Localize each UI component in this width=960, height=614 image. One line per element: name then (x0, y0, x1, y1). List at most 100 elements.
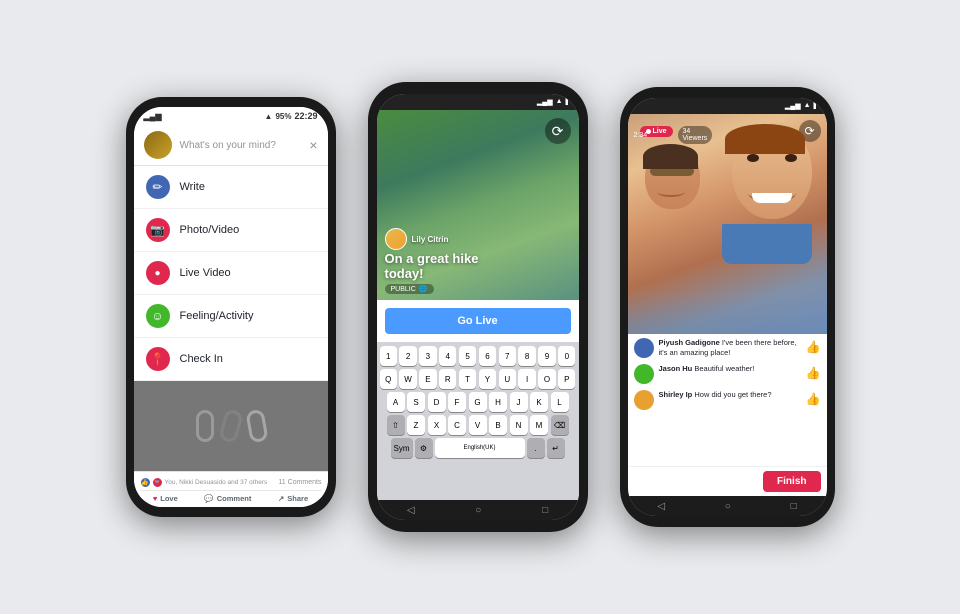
kb-gear-key[interactable]: ⚙ (415, 438, 433, 458)
photo-icon: 📷 (146, 218, 170, 242)
kb-row-zxcv: ⇧ Z X C V B N M ⌫ (380, 415, 576, 435)
like-outline-icon-2[interactable]: 👍 (806, 366, 821, 380)
reaction-count: You, Nikki Desuasido and 37 others (165, 479, 268, 486)
finish-button[interactable]: Finish (763, 471, 820, 492)
status-bar-1: ▂▄▆ ▲ 95% 22:29 (134, 107, 328, 125)
comment-count: 11 Comments (278, 479, 321, 486)
p3-recents-nav[interactable]: □ (791, 501, 797, 512)
kb-key-8[interactable]: 8 (518, 346, 535, 366)
kb-key-3[interactable]: 3 (419, 346, 436, 366)
share-button[interactable]: ↗ Share (278, 494, 308, 503)
p1-actions-row: ♥ Love 💬 Comment ↗ Share (140, 490, 322, 504)
comment-label: Comment (217, 494, 252, 503)
p3-viewers: 34 Viewers (678, 126, 713, 144)
kb-key-n[interactable]: N (510, 415, 528, 435)
kb-key-c[interactable]: C (448, 415, 466, 435)
what-on-mind[interactable]: What's on your mind? (180, 140, 302, 151)
love-button[interactable]: ♥ Love (153, 494, 178, 503)
p3-timer: 2:34 (634, 132, 648, 139)
status-battery: 95% (275, 112, 291, 121)
kb-key-2[interactable]: 2 (399, 346, 416, 366)
live-icon: ● (146, 261, 170, 285)
p3-back-nav[interactable]: ◁ (657, 501, 665, 512)
p2-back-nav[interactable]: ◁ (407, 505, 415, 516)
kb-key-0[interactable]: 0 (558, 346, 575, 366)
kb-space-key[interactable]: English(UK) (435, 438, 525, 458)
menu-item-checkin[interactable]: 📍 Check In (134, 338, 328, 381)
menu-item-live[interactable]: ● Live Video (134, 252, 328, 295)
write-icon: ✏ (146, 175, 170, 199)
p3-home-nav[interactable]: ○ (725, 501, 731, 512)
kb-key-t[interactable]: T (459, 369, 476, 389)
p2-recents-nav[interactable]: □ (542, 505, 548, 516)
write-label: Write (180, 181, 205, 193)
commenter-name-1: Piyush Gadigone (659, 338, 722, 347)
kb-key-h[interactable]: H (489, 392, 507, 412)
p1-footer: 👍 ❤ You, Nikki Desuasido and 37 others 1… (134, 471, 328, 507)
kb-backspace-key[interactable]: ⌫ (551, 415, 569, 435)
like-filled-icon-1[interactable]: 👍 (806, 340, 821, 354)
p2-user-bar: Lily Citrin (385, 228, 449, 250)
carabiner-image (196, 410, 266, 442)
kb-key-f[interactable]: F (448, 392, 466, 412)
kb-key-4[interactable]: 4 (439, 346, 456, 366)
kb-key-6[interactable]: 6 (479, 346, 496, 366)
p3-wifi: ▲ (804, 102, 811, 110)
kb-key-l[interactable]: L (551, 392, 569, 412)
kb-enter-key[interactable]: ↵ (547, 438, 565, 458)
p1-menu: ✏ Write 📷 Photo/Video ● Live Video ☺ Fee… (134, 166, 328, 381)
menu-item-feeling[interactable]: ☺ Feeling/Activity (134, 295, 328, 338)
kb-key-r[interactable]: R (439, 369, 456, 389)
commenter-name-2: Jason Hu (659, 364, 695, 373)
kb-key-p[interactable]: P (558, 369, 575, 389)
kb-key-m[interactable]: M (530, 415, 548, 435)
p3-status-icons: ▂▄▆ ▲ ▌ (785, 102, 819, 110)
p3-android-nav: ◁ ○ □ (628, 496, 827, 516)
kb-key-z[interactable]: Z (407, 415, 425, 435)
kb-key-j[interactable]: J (510, 392, 528, 412)
kb-key-g[interactable]: G (469, 392, 487, 412)
kb-key-k[interactable]: K (530, 392, 548, 412)
flip-camera-button[interactable]: ⟳ (545, 118, 571, 144)
kb-period-key[interactable]: . (527, 438, 545, 458)
p2-battery: ▌ (566, 98, 571, 106)
share-label: Share (287, 494, 308, 503)
status-time: 22:29 (294, 111, 317, 121)
go-live-button[interactable]: Go Live (385, 308, 571, 334)
kb-sym-key[interactable]: Sym (391, 438, 413, 458)
phones-container: ▂▄▆ ▲ 95% 22:29 What's on your mind? × ✏… (126, 82, 835, 532)
kb-key-e[interactable]: E (419, 369, 436, 389)
kb-key-1[interactable]: 1 (380, 346, 397, 366)
comment-avatar-1 (634, 338, 654, 358)
kb-key-5[interactable]: 5 (459, 346, 476, 366)
p2-home-nav[interactable]: ○ (475, 505, 481, 516)
kb-key-7[interactable]: 7 (499, 346, 516, 366)
kb-key-b[interactable]: B (489, 415, 507, 435)
status-bar-2: ▂▄▆ ▲ ▌ (377, 94, 579, 110)
kb-key-u[interactable]: U (499, 369, 516, 389)
kb-key-x[interactable]: X (428, 415, 446, 435)
kb-key-i[interactable]: I (518, 369, 535, 389)
kb-key-o[interactable]: O (538, 369, 555, 389)
kb-key-q[interactable]: Q (380, 369, 397, 389)
kb-key-d[interactable]: D (428, 392, 446, 412)
kb-key-9[interactable]: 9 (538, 346, 555, 366)
kb-shift-key[interactable]: ⇧ (387, 415, 405, 435)
comment-button[interactable]: 💬 Comment (204, 494, 251, 503)
like-outline-icon-3[interactable]: 👍 (806, 392, 821, 406)
feeling-label: Feeling/Activity (180, 310, 254, 322)
p2-caption: On a great hike today! (385, 251, 515, 282)
menu-item-write[interactable]: ✏ Write (134, 166, 328, 209)
kb-key-v[interactable]: V (469, 415, 487, 435)
photo-label: Photo/Video (180, 224, 240, 236)
kb-key-w[interactable]: W (399, 369, 416, 389)
menu-item-photo[interactable]: 📷 Photo/Video (134, 209, 328, 252)
kb-key-a[interactable]: A (387, 392, 405, 412)
p2-public-label: PUBLIC (391, 286, 416, 293)
p2-public-badge: PUBLIC 🌐 (385, 284, 434, 294)
kb-key-y[interactable]: Y (479, 369, 496, 389)
kb-key-s[interactable]: S (407, 392, 425, 412)
p3-comments: Piyush Gadigone I've been there before, … (628, 334, 827, 466)
checkin-label: Check In (180, 353, 223, 365)
close-button[interactable]: × (309, 137, 317, 153)
